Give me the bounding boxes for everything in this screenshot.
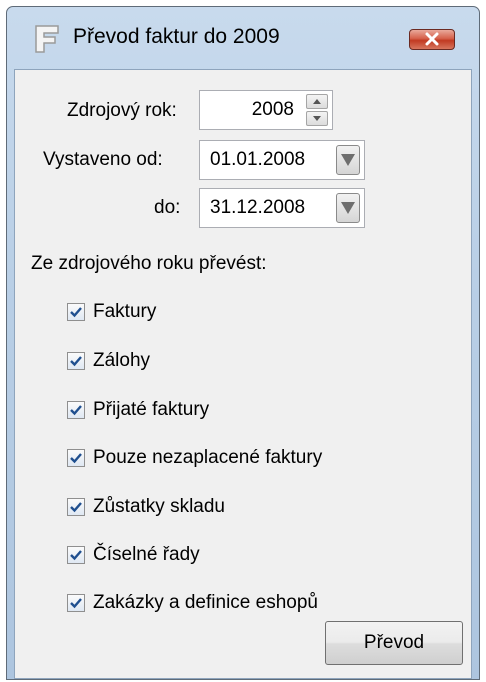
transfer-section-label: Ze zdrojového roku převést: bbox=[31, 253, 267, 274]
source-year-value: 2008 bbox=[251, 99, 294, 120]
dialog-window: Převod faktur do 2009 Zdrojový rok: 2008 bbox=[6, 6, 480, 680]
window-title: Převod faktur do 2009 bbox=[73, 25, 280, 48]
checkbox[interactable] bbox=[67, 401, 85, 419]
spin-buttons bbox=[306, 94, 328, 126]
checkmark-icon bbox=[70, 405, 82, 416]
title-bar[interactable]: Převod faktur do 2009 bbox=[7, 7, 479, 69]
convert-button[interactable]: Převod bbox=[325, 621, 463, 665]
checkbox[interactable] bbox=[67, 449, 85, 467]
checkmark-icon bbox=[70, 502, 82, 513]
arrow-up-icon bbox=[313, 99, 321, 104]
checkbox[interactable] bbox=[67, 498, 85, 516]
checkmark-icon bbox=[70, 453, 82, 464]
checkbox-label: Zůstatky skladu bbox=[93, 496, 225, 517]
issued-from-label: Vystaveno od: bbox=[43, 149, 163, 170]
issued-from-date-field[interactable]: 01.01.2008 bbox=[199, 140, 365, 180]
issued-from-dropdown-button[interactable] bbox=[336, 145, 360, 175]
checkbox-label: Faktury bbox=[93, 301, 157, 322]
app-icon bbox=[35, 25, 59, 53]
issued-from-value: 01.01.2008 bbox=[210, 149, 306, 170]
checkbox[interactable] bbox=[67, 303, 85, 321]
checkbox-label: Přijaté faktury bbox=[93, 399, 210, 420]
dialog-content: Zdrojový rok: 2008 Vystaveno od: 01.01.2… bbox=[14, 69, 472, 679]
close-button[interactable] bbox=[409, 29, 455, 50]
checkmark-icon bbox=[70, 550, 82, 561]
issued-to-date-field[interactable]: 31.12.2008 bbox=[199, 188, 365, 228]
checkbox[interactable] bbox=[67, 546, 85, 564]
issued-to-dropdown-button[interactable] bbox=[336, 193, 360, 223]
issued-to-label: do: bbox=[154, 197, 181, 218]
checkmark-icon bbox=[70, 598, 82, 609]
checkmark-icon bbox=[70, 307, 82, 318]
checkbox[interactable] bbox=[67, 594, 85, 612]
issued-to-value: 31.12.2008 bbox=[210, 197, 306, 218]
close-icon bbox=[425, 32, 439, 46]
spin-down-button[interactable] bbox=[306, 111, 328, 126]
checkbox[interactable] bbox=[67, 352, 85, 370]
spin-up-button[interactable] bbox=[306, 94, 328, 109]
source-year-spinner[interactable]: 2008 bbox=[199, 90, 333, 130]
triangle-down-icon bbox=[341, 154, 355, 166]
checkbox-label: Číselné řady bbox=[93, 544, 200, 565]
checkbox-label: Pouze nezaplacené faktury bbox=[93, 447, 323, 468]
triangle-down-icon bbox=[341, 202, 355, 214]
arrow-down-icon bbox=[313, 116, 321, 121]
checkbox-label: Zálohy bbox=[93, 350, 151, 371]
checkmark-icon bbox=[70, 356, 82, 367]
checkbox-label: Zakázky a definice eshopů bbox=[93, 592, 318, 613]
source-year-label: Zdrojový rok: bbox=[67, 100, 177, 121]
